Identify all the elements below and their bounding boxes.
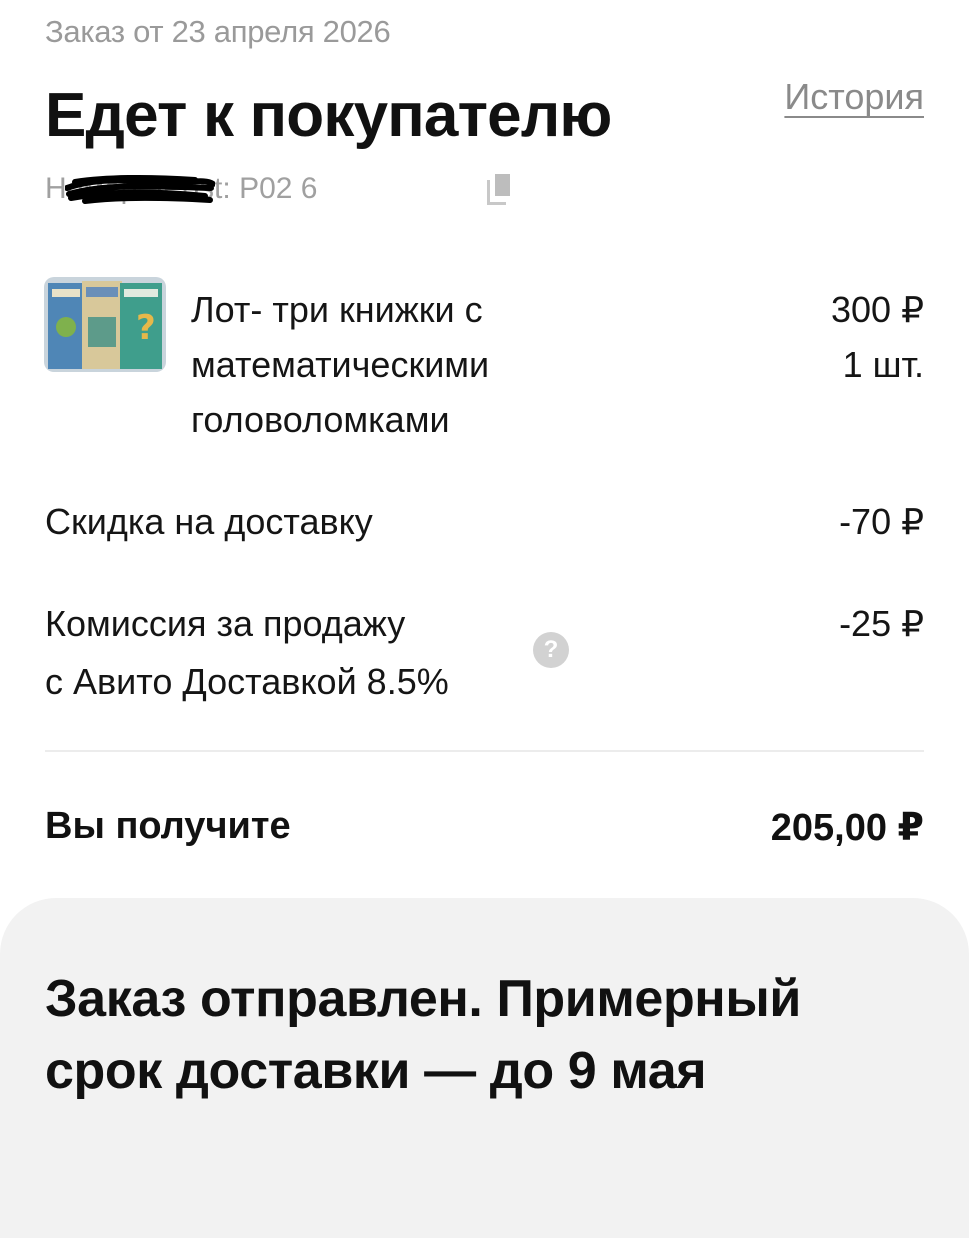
commission-label-line2: с Авито Доставкой 8.5% [45,661,449,702]
item-title[interactable]: Лот- три книжки с математическими голово… [191,282,611,447]
history-link[interactable]: История [784,76,924,118]
delivery-discount-label: Скидка на доставку [45,501,373,542]
books-image: ? [44,277,166,372]
svg-text:?: ? [136,308,156,348]
redaction-scribble [65,175,215,204]
question-circle-icon[interactable]: ? [533,632,569,668]
item-quantity: 1 шт. [842,344,924,385]
item-price: 300 ₽ [831,289,924,330]
delivery-discount-value: -70 ₽ [839,501,924,542]
commission-label-line1: Комиссия за продажу [45,603,406,644]
tracking-number-row: Номер 5Post: P02 6 [45,172,513,206]
tracking-number: Номер 5Post: P02 6 [45,172,317,206]
item-thumbnail[interactable]: ? [44,277,166,372]
copy-icon[interactable] [487,174,513,205]
total-label: Вы получите [45,805,291,847]
shipping-status-message: Заказ отправлен. Примерный срок доставки… [45,970,801,1100]
divider [45,750,924,752]
order-date: Заказ от 23 апреля 2026 [45,14,391,49]
order-status-title: Едет к покупателю [45,81,612,150]
total-value: 205,00 ₽ [770,807,924,849]
commission-value: -25 ₽ [839,603,924,644]
